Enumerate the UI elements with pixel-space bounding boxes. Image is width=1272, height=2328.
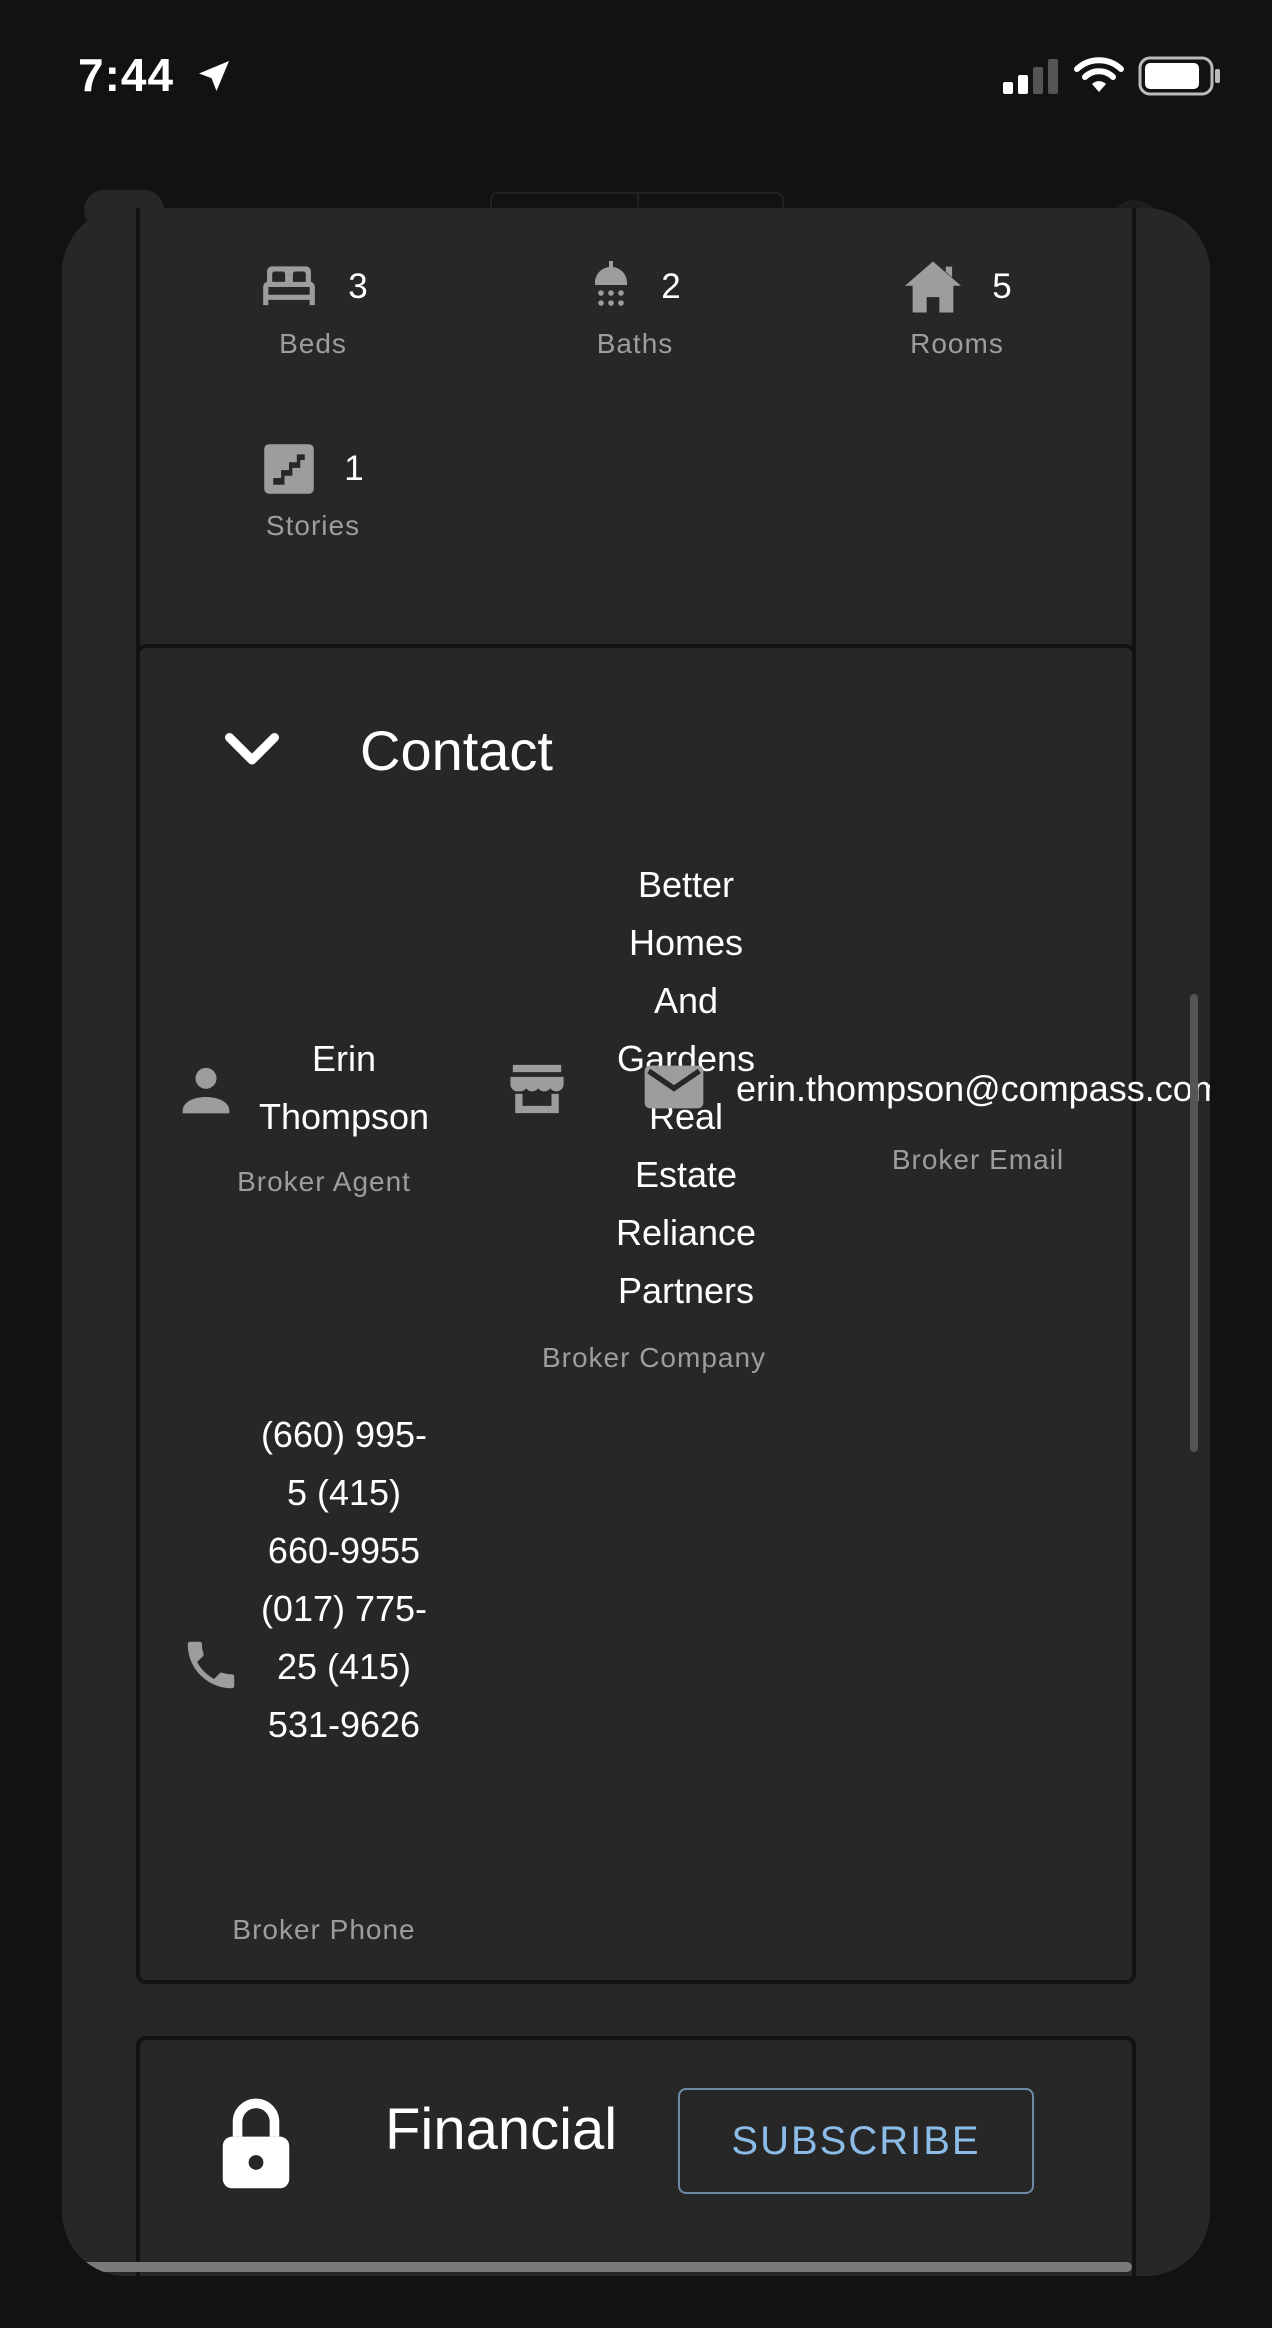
financial-title: Financial <box>385 2097 618 2162</box>
beds-label: Beds <box>279 328 347 359</box>
cellular-signal-icon <box>1003 59 1058 94</box>
rooms-value: 5 <box>992 267 1012 306</box>
broker-phone-value[interactable]: (660) 995-5 (415) 660-9955 (017) 775-25 … <box>254 1406 434 1754</box>
broker-company-label: Broker Company <box>541 1342 767 1373</box>
broker-agent-value: Erin Thompson <box>258 1038 430 1137</box>
feature-rooms: 5 Rooms <box>847 252 1067 360</box>
broker-agent-label: Broker Agent <box>237 1166 411 1197</box>
person-icon <box>182 1067 230 1114</box>
baths-value: 2 <box>661 267 681 306</box>
property-detail-sheet: 3 Beds 2 Baths 5 Rooms 1 Stories Contact… <box>62 208 1210 2276</box>
status-bar: 7:44 <box>0 0 1272 150</box>
broker-email-label: Broker Email <box>891 1144 1065 1175</box>
broker-phone-label: Broker Phone <box>232 1914 416 1945</box>
rooms-label: Rooms <box>910 328 1004 359</box>
feature-stories: 1 Stories <box>203 434 423 542</box>
contact-title: Contact <box>360 719 553 782</box>
horizontal-scrollbar[interactable] <box>80 2262 1132 2272</box>
stairs-icon <box>264 444 315 494</box>
phone-icon <box>187 1641 235 1689</box>
location-arrow-icon <box>199 61 229 91</box>
house-icon <box>905 261 962 313</box>
beds-value: 3 <box>348 267 368 306</box>
lock-icon <box>222 2098 290 2189</box>
baths-label: Baths <box>596 328 674 359</box>
shower-icon <box>595 261 628 306</box>
battery-icon <box>1138 56 1220 96</box>
status-time: 7:44 <box>78 49 175 101</box>
mail-icon <box>644 1065 704 1109</box>
chevron-down-icon[interactable] <box>220 730 284 770</box>
subscribe-button[interactable]: SUBSCRIBE <box>678 2088 1034 2194</box>
vertical-scrollbar[interactable] <box>1190 994 1198 1452</box>
feature-baths: 2 Baths <box>525 252 745 360</box>
feature-beds: 3 Beds <box>203 252 423 360</box>
store-icon <box>510 1064 564 1114</box>
stories-label: Stories <box>265 510 361 541</box>
contact-header[interactable]: Contact <box>212 698 672 798</box>
bed-icon <box>263 266 316 306</box>
broker-email-value[interactable]: erin.thompson@compass.com <box>736 1060 1210 1118</box>
wifi-icon <box>1074 57 1124 92</box>
stories-value: 1 <box>344 449 364 488</box>
